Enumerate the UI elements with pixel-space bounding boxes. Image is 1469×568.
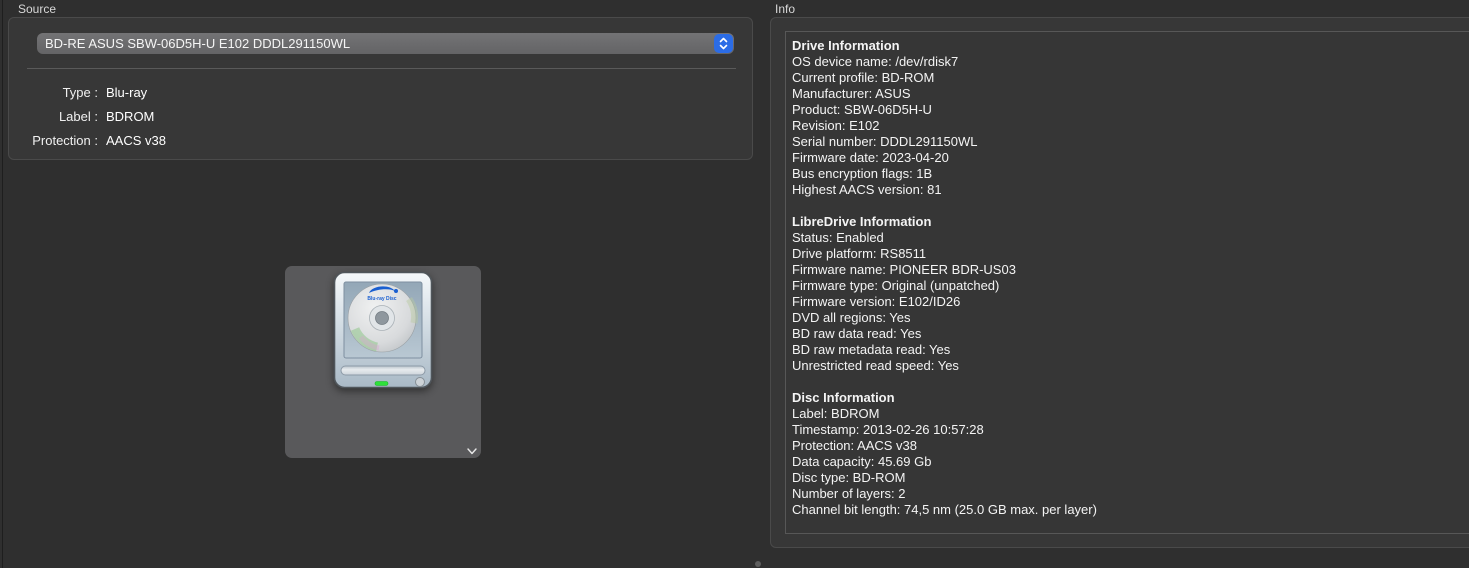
up-down-chevrons-icon: [718, 37, 729, 50]
drive-selector-dropdown[interactable]: BD-RE ASUS SBW-06D5H-U E102 DDDL291150WL: [37, 33, 734, 54]
info-text-area[interactable]: Drive Information OS device name: /dev/r…: [785, 31, 1469, 534]
source-fields: Type : Blu-ray Label : BDROM Protection …: [9, 84, 752, 156]
section-lines: Label: BDROM Timestamp: 2013-02-26 10:57…: [792, 406, 1469, 518]
field-value: Blu-ray: [106, 84, 147, 102]
field-label: Protection :: [9, 132, 98, 150]
section-title: Drive Information: [792, 38, 1469, 54]
info-section-libredrive: LibreDrive Information Status: Enabled D…: [792, 214, 1469, 374]
info-panel: Drive Information OS device name: /dev/r…: [770, 17, 1469, 548]
chevron-down-icon: [465, 444, 479, 458]
source-field-type: Type : Blu-ray: [9, 84, 752, 108]
drive-selector-value: BD-RE ASUS SBW-06D5H-U E102 DDDL291150WL: [45, 36, 350, 51]
svg-text:Blu-ray Disc: Blu-ray Disc: [367, 296, 396, 302]
section-title: Disc Information: [792, 390, 1469, 406]
splitter-handle[interactable]: [755, 561, 761, 567]
source-field-label: Label : BDROM: [9, 108, 752, 132]
field-label: Type :: [9, 84, 98, 102]
source-panel-caption: Source: [18, 2, 56, 16]
section-lines: OS device name: /dev/rdisk7 Current prof…: [792, 54, 1469, 198]
info-panel-caption: Info: [775, 2, 795, 16]
source-separator: [27, 68, 736, 69]
bluray-drive-icon: Blu-ray Disc: [333, 271, 433, 389]
window-left-edge: [2, 0, 3, 568]
section-lines: Status: Enabled Drive platform: RS8511 F…: [792, 230, 1469, 374]
dropdown-stepper-icon[interactable]: [714, 34, 733, 53]
section-title: LibreDrive Information: [792, 214, 1469, 230]
field-value: AACS v38: [106, 132, 166, 150]
source-field-protection: Protection : AACS v38: [9, 132, 752, 156]
info-text: Drive Information OS device name: /dev/r…: [786, 32, 1469, 518]
field-value: BDROM: [106, 108, 154, 126]
source-panel: BD-RE ASUS SBW-06D5H-U E102 DDDL291150WL…: [8, 17, 753, 160]
field-label: Label :: [9, 108, 98, 126]
open-disc-button[interactable]: Blu-ray Disc: [285, 266, 481, 458]
info-section-drive: Drive Information OS device name: /dev/r…: [792, 38, 1469, 198]
info-section-disc: Disc Information Label: BDROM Timestamp:…: [792, 390, 1469, 518]
